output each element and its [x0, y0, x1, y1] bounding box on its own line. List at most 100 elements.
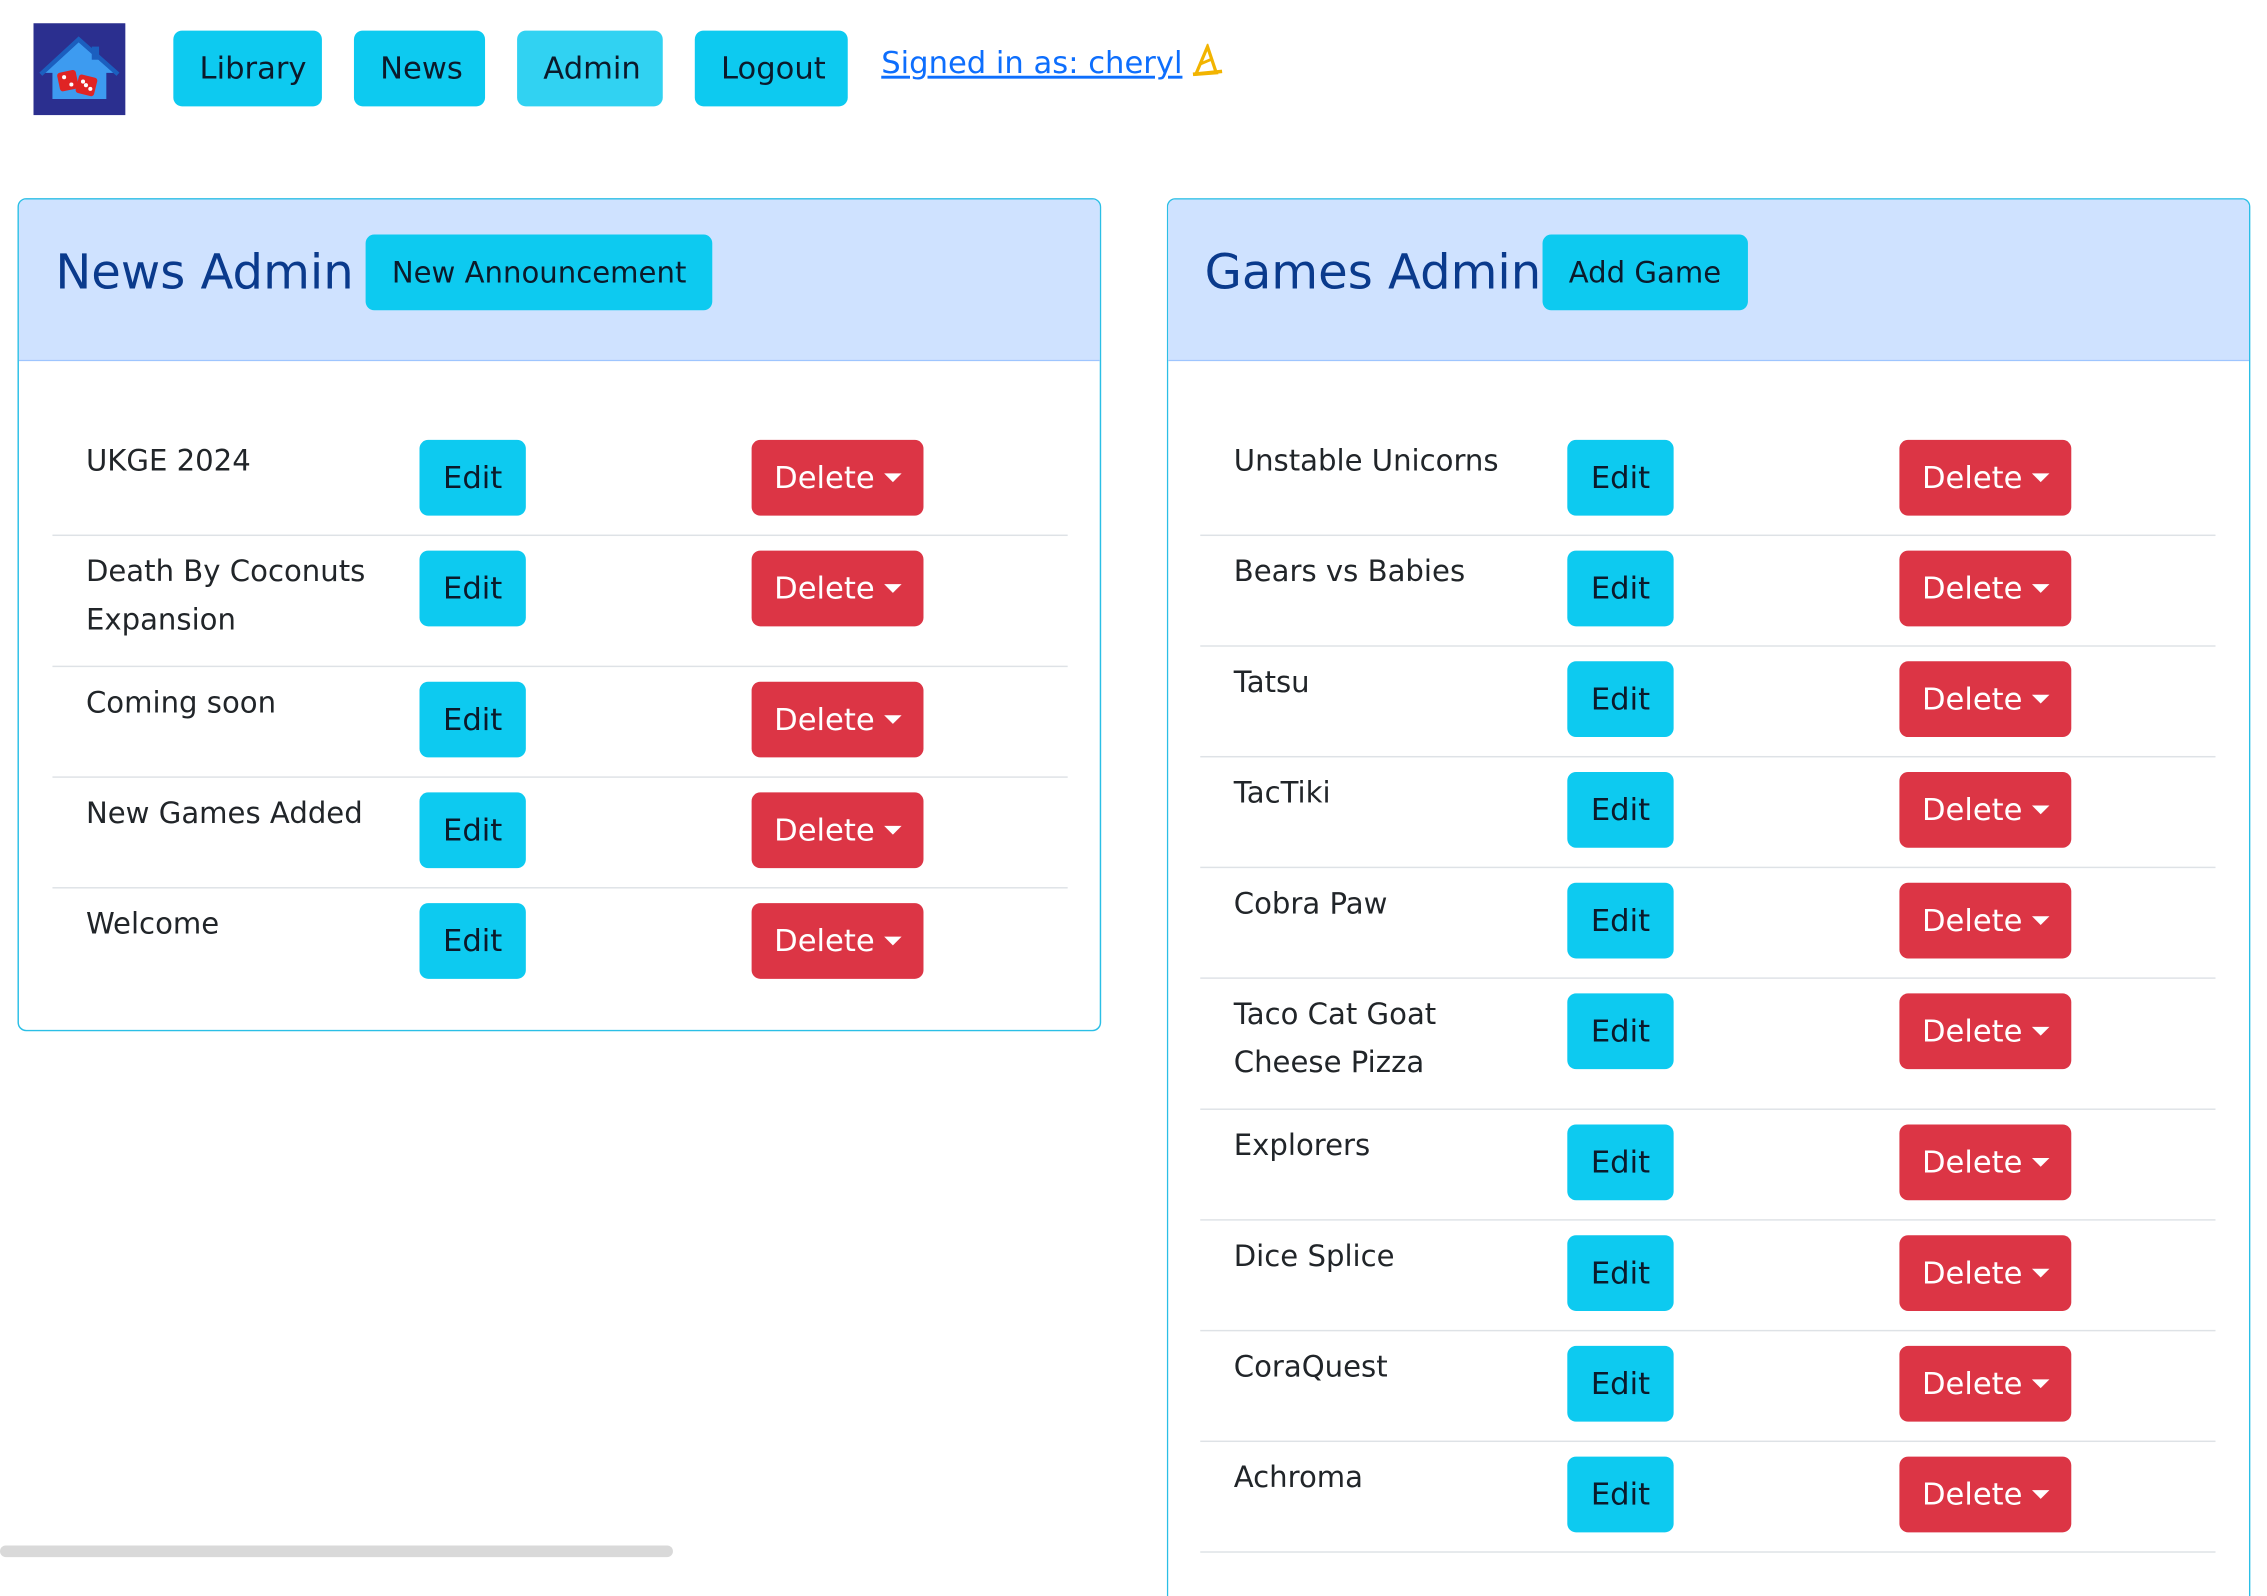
delete-dropdown-button[interactable]: Delete — [1899, 1456, 2072, 1533]
list-item: TacTiki Edit Delete — [1200, 757, 2216, 869]
caret-down-icon — [2031, 916, 2049, 925]
caret-down-icon — [2031, 805, 2049, 815]
delete-label: Delete — [1921, 792, 2023, 828]
add-game-button[interactable]: Add Game — [1542, 234, 1748, 311]
news-list: UKGE 2024 Edit Delete Death By Coconuts Exp… — [52, 425, 1068, 1000]
item-title: Taco Cat Goat Cheese Pizza — [1233, 996, 1437, 1080]
delete-label: Delete — [1921, 1366, 2023, 1402]
caret-down-icon — [2031, 1268, 2049, 1278]
delete-dropdown-button[interactable]: Delete — [1899, 771, 2072, 848]
caret-down-icon — [2031, 1490, 2049, 1499]
delete-label: Delete — [1921, 903, 2023, 939]
edit-button[interactable]: Edit — [1567, 1235, 1674, 1311]
edit-button[interactable]: Edit — [1567, 439, 1674, 516]
list-item: UKGE 2024 Edit Delete — [52, 425, 1068, 537]
caret-down-icon — [883, 473, 901, 483]
games-admin-title: Games Admin — [1204, 243, 1542, 301]
new-announcement-button[interactable]: New Announcement — [365, 234, 713, 311]
nav-admin-button[interactable]: Admin — [517, 30, 663, 107]
delete-label: Delete — [774, 812, 875, 848]
item-title: Tatsu — [1233, 664, 1310, 700]
item-title: Cobra Paw — [1233, 885, 1388, 921]
delete-label: Delete — [774, 702, 875, 738]
delete-label: Delete — [1921, 1144, 2023, 1180]
list-item: Taco Cat Goat Cheese Pizza Edit Delete — [1200, 979, 2216, 1110]
edit-button[interactable]: Edit — [1567, 1456, 1674, 1533]
item-title: Death By Coconuts Expansion — [85, 553, 366, 637]
list-item: Explorers Edit Delete — [1200, 1110, 2216, 1221]
nav-library-button[interactable]: Library — [173, 30, 322, 107]
item-title: UKGE 2024 — [85, 442, 251, 478]
horizontal-scrollbar[interactable] — [0, 1545, 673, 1558]
item-title: Welcome — [85, 906, 220, 941]
nav-news-button[interactable]: News — [353, 30, 486, 107]
list-item: Dice Splice Edit Delete — [1200, 1221, 2216, 1332]
list-item: Bears vs Babies Edit Delete — [1200, 536, 2216, 647]
caret-down-icon — [883, 584, 901, 593]
caret-down-icon — [2031, 1026, 2049, 1036]
list-item: Tatsu Edit Delete — [1200, 647, 2216, 758]
delete-label: Delete — [1921, 1476, 2023, 1512]
delete-label: Delete — [1921, 460, 2023, 496]
item-title: Explorers — [1233, 1127, 1371, 1163]
list-item: Achroma Edit Delete — [1200, 1442, 2216, 1553]
edit-button[interactable]: Edit — [1567, 993, 1674, 1070]
delete-dropdown-button[interactable]: Delete — [1899, 661, 2072, 738]
games-admin-header: Games Admin Add Game — [1168, 199, 2249, 362]
list-item: Unstable Unicorns Edit Delete — [1200, 425, 2216, 537]
delete-label: Delete — [774, 923, 875, 959]
delete-dropdown-button[interactable]: Delete — [1899, 1345, 2072, 1422]
list-item: Welcome Edit Delete — [52, 889, 1067, 1000]
item-title: TacTiki — [1233, 774, 1331, 810]
signed-in-text[interactable]: Signed in as: cheryl — [881, 45, 1182, 80]
list-item: Death By Coconuts Expansion Edit Delete — [52, 536, 1068, 668]
delete-dropdown-button[interactable]: Delete — [1899, 882, 2072, 959]
caret-down-icon — [2031, 1157, 2049, 1167]
item-title: Dice Splice — [1233, 1238, 1395, 1274]
delete-dropdown-button[interactable]: Delete — [751, 439, 924, 516]
delete-dropdown-button[interactable]: Delete — [1899, 1124, 2072, 1201]
games-list: Unstable Unicorns Edit Delete Bears vs Babi… — [1200, 425, 2216, 1553]
delete-dropdown-button[interactable]: Delete — [1899, 1235, 2072, 1311]
item-title: Unstable Unicorns — [1233, 442, 1499, 478]
caret-down-icon — [2031, 1379, 2049, 1389]
edit-button[interactable]: Edit — [1567, 882, 1674, 959]
news-admin-header: News Admin New Announcement — [18, 199, 1100, 362]
delete-dropdown-button[interactable]: Delete — [1899, 550, 2072, 627]
edit-button[interactable]: Edit — [1567, 661, 1674, 738]
edit-button[interactable]: Edit — [419, 903, 526, 979]
site-logo[interactable] — [33, 23, 126, 116]
edit-button[interactable]: Edit — [1567, 1124, 1674, 1201]
nav-logout-button[interactable]: Logout — [694, 30, 848, 107]
edit-button[interactable]: Edit — [419, 792, 526, 869]
delete-dropdown-button[interactable]: Delete — [751, 681, 924, 758]
item-title: CoraQuest — [1233, 1348, 1388, 1384]
caret-down-icon — [2031, 584, 2049, 593]
caret-down-icon — [883, 825, 901, 835]
edit-button[interactable]: Edit — [1567, 550, 1674, 627]
delete-dropdown-button[interactable]: Delete — [1899, 439, 2072, 516]
delete-dropdown-button[interactable]: Delete — [751, 903, 924, 979]
news-admin-title: News Admin — [55, 243, 354, 301]
wizard-hat-icon — [1191, 42, 1223, 86]
edit-button[interactable]: Edit — [1567, 771, 1674, 848]
caret-down-icon — [883, 715, 901, 724]
delete-dropdown-button[interactable]: Delete — [751, 792, 924, 869]
delete-dropdown-button[interactable]: Delete — [1899, 993, 2072, 1070]
caret-down-icon — [2031, 473, 2049, 483]
delete-dropdown-button[interactable]: Delete — [751, 550, 924, 627]
house-dice-icon — [33, 23, 126, 116]
caret-down-icon — [2031, 694, 2049, 704]
item-title: New Games Added — [85, 795, 363, 831]
edit-button[interactable]: Edit — [419, 439, 526, 516]
caret-down-icon — [883, 936, 901, 946]
edit-button[interactable]: Edit — [419, 681, 526, 758]
list-item: New Games Added Edit Delete — [52, 778, 1068, 889]
delete-label: Delete — [1921, 570, 2023, 606]
list-item: CoraQuest Edit Delete — [1200, 1331, 2216, 1443]
edit-button[interactable]: Edit — [419, 550, 526, 627]
delete-label: Delete — [774, 460, 875, 496]
signed-in-link[interactable]: Signed in as: cheryl — [881, 42, 1223, 86]
list-item: Cobra Paw Edit Delete — [1200, 868, 2216, 979]
edit-button[interactable]: Edit — [1567, 1345, 1674, 1422]
